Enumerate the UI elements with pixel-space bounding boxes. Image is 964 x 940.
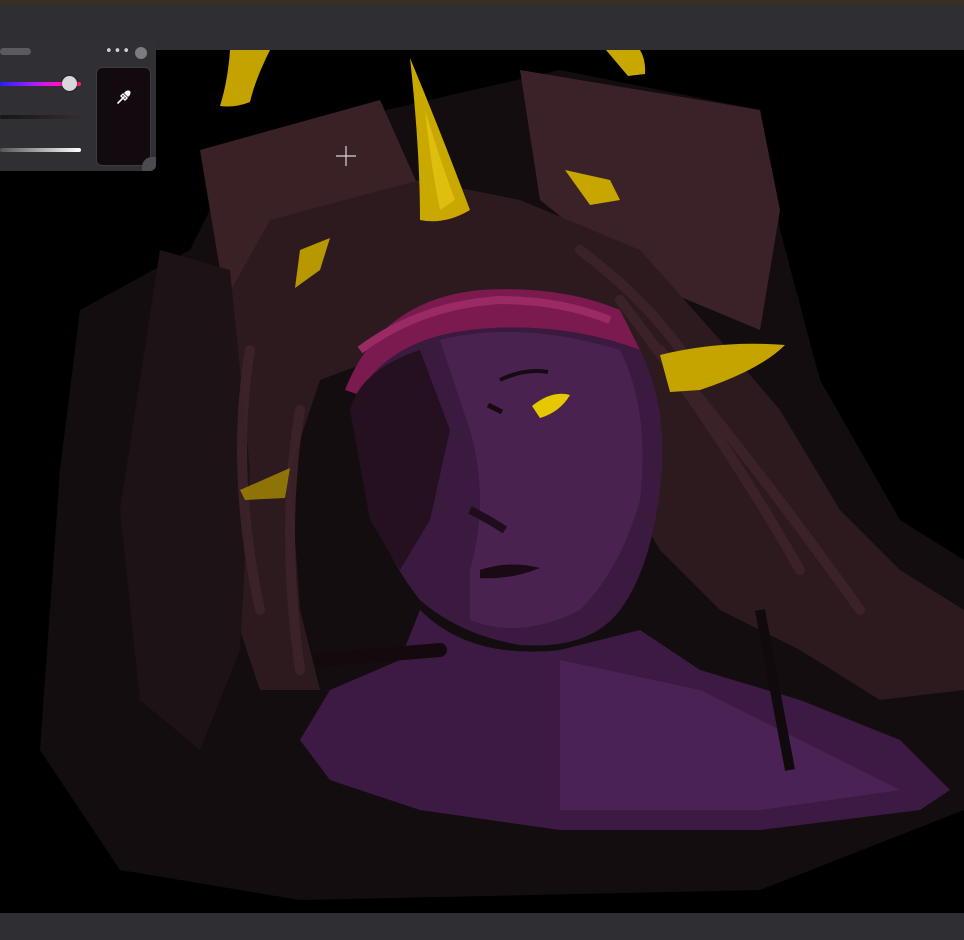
current-color-swatch[interactable]: [96, 67, 151, 166]
brightness-slider[interactable]: [0, 148, 81, 152]
panel-drag-handle[interactable]: [0, 48, 31, 55]
eyedropper-icon[interactable]: [115, 88, 133, 106]
drawing-canvas[interactable]: [0, 50, 964, 913]
bottom-status-bar: [0, 913, 964, 940]
color-picker-panel: •••: [0, 41, 156, 171]
crosshair-icon: [336, 146, 356, 166]
panel-toggle-button[interactable]: [135, 47, 147, 59]
saturation-slider[interactable]: [0, 115, 81, 119]
hue-slider-thumb[interactable]: [62, 76, 77, 91]
painting: [40, 50, 964, 900]
panel-resize-handle[interactable]: [142, 157, 156, 171]
more-icon[interactable]: •••: [105, 42, 130, 62]
